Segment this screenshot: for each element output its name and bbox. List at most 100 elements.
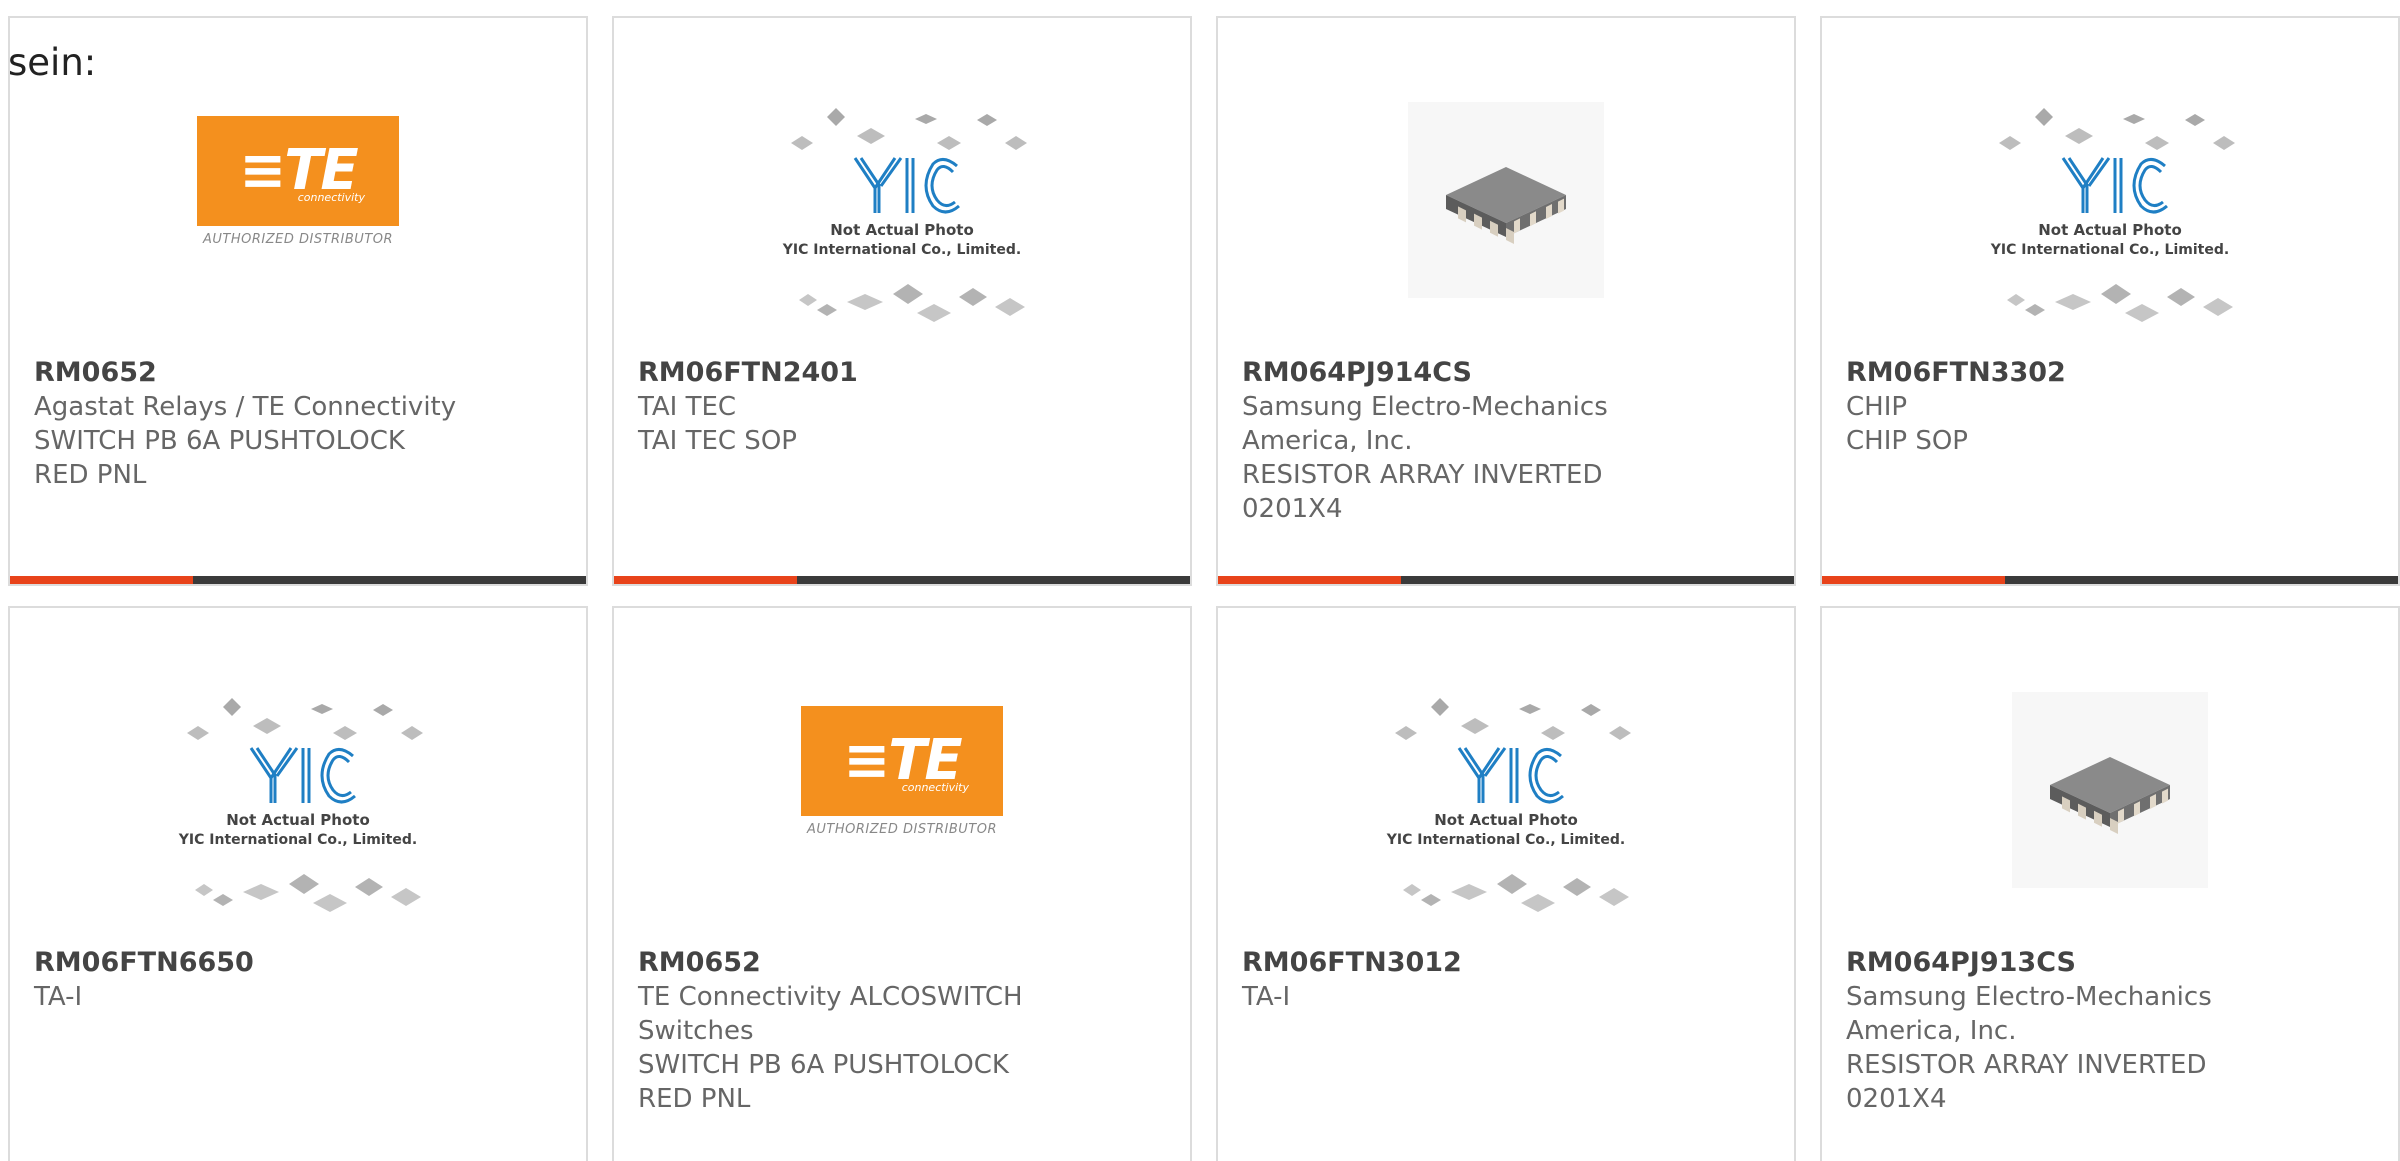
chip-shape [2125,304,2159,322]
placeholder-caption-line2: YIC International Co., Limited. [178,832,417,848]
part-number-link[interactable]: RM06FTN3012 [1242,946,1674,980]
chip-shape [333,726,357,740]
chip-shape [2065,128,2093,144]
product-image[interactable]: Not Actual Photo YIC International Co., L… [614,98,1190,348]
chip-shape [2055,294,2091,310]
part-number-link[interactable]: RM064PJ914CS [1242,356,1674,390]
chip-shape [791,136,813,150]
product-card[interactable]: Not Actual Photo YIC International Co., L… [1216,606,1796,1161]
product-info: RM06FTN2401 TAI TEC TAI TEC SOP [638,356,1070,458]
chip-shape [1421,894,1441,906]
chip-shape [355,878,383,896]
chip-shape [817,304,837,316]
product-detail-line: America, Inc. [1242,426,1413,456]
chip-shape [195,884,213,896]
chip-shape [373,704,393,716]
product-card[interactable]: RM064PJ914CS Samsung Electro-Mechanics Ame… [1216,16,1796,586]
chip-shape [2123,114,2145,124]
product-info: RM064PJ913CS Samsung Electro-Mechanics Ame… [1846,946,2278,1116]
product-image[interactable]: Not Actual Photo YIC International Co., L… [1218,688,1794,938]
product-image[interactable] [1218,98,1794,348]
part-number-link[interactable]: RM0652 [638,946,1070,980]
product-detail-line: TAI TEC SOP [638,426,797,456]
chip-shape [2167,288,2195,306]
product-detail-line: CHIP SOP [1846,426,1968,456]
placeholder-caption-line1: Not Actual Photo [2038,221,2182,239]
product-detail-line: 0201X4 [1846,1084,1947,1114]
chip-shape [1599,888,1629,906]
part-number-link[interactable]: RM0652 [34,356,466,390]
product-card[interactable]: ≡TE connectivity AUTHORIZED DISTRIBUTOR RM0… [8,16,588,586]
product-image[interactable]: Not Actual Photo YIC International Co., L… [1822,98,2398,348]
yic-logo [1457,747,1564,804]
chip-shape [1451,884,1487,900]
chip-shape [1521,894,1555,912]
chip-shape [2007,294,2025,306]
placeholder-caption-line2: YIC International Co., Limited. [1990,242,2229,258]
product-detail-line: RED PNL [34,460,147,490]
product-info: RM064PJ914CS Samsung Electro-Mechanics Ame… [1242,356,1674,526]
te-connectivity-logo: ≡TE connectivity AUTHORIZED DISTRIBUTOR [800,706,1004,846]
product-detail-line: TA-I [34,982,83,1012]
product-card[interactable]: ≡TE connectivity AUTHORIZED DISTRIBUTOR RM0… [612,606,1192,1161]
yic-placeholder-image: Not Actual Photo YIC International Co., L… [1990,108,2235,322]
product-info: RM06FTN6650 TA-I [34,946,466,1014]
chip-shape [893,284,923,304]
product-image[interactable] [1822,688,2398,938]
placeholder-caption-line2: YIC International Co., Limited. [782,242,1021,258]
chip-shape [847,294,883,310]
chip-shape [2185,114,2205,126]
product-card[interactable]: Not Actual Photo YIC International Co., L… [8,606,588,1161]
part-number-link[interactable]: RM06FTN6650 [34,946,466,980]
chip-shape [391,888,421,906]
product-info: RM06FTN3012 TA-I [1242,946,1674,1014]
chip-shape [1395,726,1417,740]
chip-shape [1461,718,1489,734]
product-detail-line: SWITCH PB 6A PUSHTOLOCK [34,426,405,456]
product-detail-line: Agastat Relays / TE Connectivity [34,392,457,422]
part-number-link[interactable]: RM06FTN2401 [638,356,1070,390]
chip-shape [187,726,209,740]
yic-placeholder-image: Not Actual Photo YIC International Co., L… [782,108,1027,322]
product-detail-line: America, Inc. [1846,1016,2017,1046]
chip-shape [223,698,241,716]
chip-shape [2203,298,2233,316]
chip-shape [977,114,997,126]
chip-shape [915,114,937,124]
chip-shape [1519,704,1541,714]
chip-shape [959,288,987,306]
chip-shape [253,718,281,734]
product-image[interactable]: ≡TE connectivity AUTHORIZED DISTRIBUTOR [614,688,1190,938]
product-info: RM0652 Agastat Relays / TE Connectivity SW… [34,356,466,492]
product-image[interactable]: ≡TE connectivity AUTHORIZED DISTRIBUTOR [10,98,586,348]
chip-shape [2145,136,2169,150]
chip-shape [1563,878,1591,896]
resistor-array-image [1408,102,1604,298]
chip-shape [995,298,1025,316]
product-card[interactable]: Not Actual Photo YIC International Co., L… [612,16,1192,586]
product-detail-line: CHIP [1846,392,1908,422]
product-detail-line: Samsung Electro-Mechanics [1846,982,2212,1012]
card-bottom-bar [10,576,586,584]
product-card[interactable]: Not Actual Photo YIC International Co., L… [1820,16,2400,586]
chip-shape [1541,726,1565,740]
product-detail-line: TAI TEC [638,392,737,422]
chip-shape [289,874,319,894]
part-number-link[interactable]: RM064PJ913CS [1846,946,2278,980]
placeholder-caption-line1: Not Actual Photo [1434,811,1578,829]
product-detail-line: RED PNL [638,1084,751,1114]
card-bottom-bar [1218,576,1794,584]
part-number-link[interactable]: RM06FTN3302 [1846,356,2278,390]
card-bottom-bar [614,576,1190,584]
te-connectivity-logo: ≡TE connectivity AUTHORIZED DISTRIBUTOR [196,116,400,256]
product-card[interactable]: RM064PJ913CS Samsung Electro-Mechanics Ame… [1820,606,2400,1161]
chip-shape [1609,726,1631,740]
card-bottom-bar [1822,576,2398,584]
product-grid: ≡TE connectivity AUTHORIZED DISTRIBUTOR RM0… [8,16,2400,1161]
te-logo-subtitle: AUTHORIZED DISTRIBUTOR [806,822,998,837]
chip-shape [2025,304,2045,316]
intro-text: sein: [8,41,97,84]
te-logo-subtitle: AUTHORIZED DISTRIBUTOR [202,232,394,247]
chip-shape [799,294,817,306]
product-image[interactable]: Not Actual Photo YIC International Co., L… [10,688,586,938]
